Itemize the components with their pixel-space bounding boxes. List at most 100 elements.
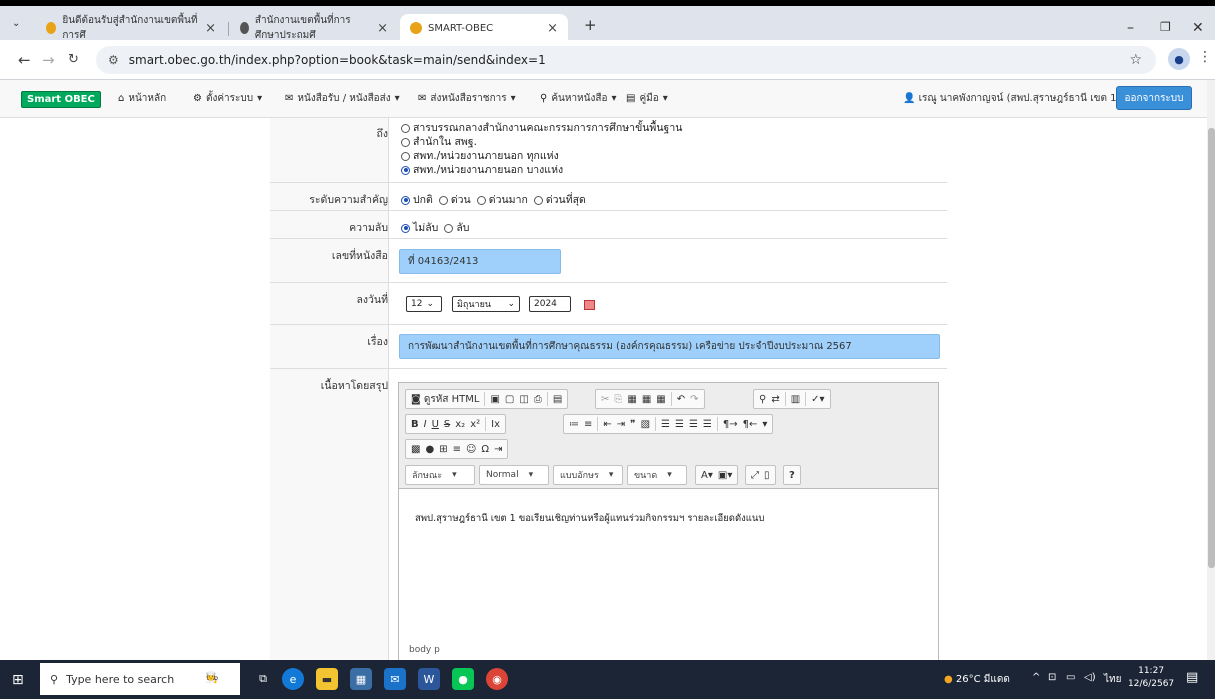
reload-icon[interactable]: ↻ — [68, 52, 79, 67]
back-arrow-icon[interactable]: ← — [18, 51, 31, 69]
input-language[interactable]: ไทย — [1104, 672, 1121, 687]
nav-search-document[interactable]: ⚲ ค้นหาหนังสือ ▾ — [540, 91, 617, 106]
align-right-icon[interactable]: ☰ — [689, 419, 698, 430]
flash-icon[interactable]: ● — [425, 444, 434, 455]
spellcheck-icon[interactable]: ✓▾ — [811, 394, 824, 405]
radio-priority-3[interactable]: ด่วนที่สุด — [533, 190, 586, 210]
blockquote-icon[interactable]: ❞ — [630, 419, 635, 430]
source-button[interactable]: ◙ ดูรหัส HTML — [411, 392, 479, 407]
browser-menu-icon[interactable]: ⋮ — [1198, 49, 1212, 65]
network-icon[interactable]: ⊡ — [1048, 672, 1056, 683]
year-input[interactable]: 2024 — [529, 296, 571, 312]
close-icon[interactable]: × — [205, 21, 216, 36]
templates-icon[interactable]: ▤ — [553, 394, 562, 405]
undo-icon[interactable]: ↶ — [677, 394, 685, 405]
text-color-icon[interactable]: A▾ — [701, 470, 713, 481]
cut-icon[interactable]: ✂ — [601, 394, 609, 405]
system-clock[interactable]: 11:27 12/6/2567 — [1128, 665, 1174, 691]
tab-search-icon[interactable]: ⌄ — [12, 18, 20, 29]
format-combo[interactable]: Normal ▾ — [479, 465, 549, 485]
current-user[interactable]: 👤 เรณู นาคพังกาญจน์ (สพป.สุราษฎร์ธานี เข… — [903, 91, 1120, 106]
table-icon[interactable]: ⊞ — [439, 444, 447, 455]
remove-format-icon[interactable]: Ix — [491, 419, 500, 430]
file-explorer-icon[interactable]: ▬ — [316, 668, 338, 690]
save-icon[interactable]: ▣ — [490, 394, 499, 405]
horizontal-rule-icon[interactable]: ≡ — [453, 444, 461, 455]
radio-recipient-0[interactable]: สารบรรณกลางสำนักงานคณะกรรมการการศึกษาขั้… — [401, 121, 947, 135]
radio-button-selected[interactable] — [401, 165, 410, 175]
logout-button[interactable]: ออกจากระบบ — [1116, 86, 1192, 110]
scrollbar-thumb[interactable] — [1208, 128, 1215, 568]
style-combo[interactable]: ลักษณะ ▾ — [405, 465, 475, 485]
indent-icon[interactable]: ⇥ — [617, 419, 625, 430]
radio-button[interactable] — [401, 123, 410, 133]
ltr-icon[interactable]: ¶→ — [723, 419, 738, 430]
paste-word-icon[interactable]: ▦ — [656, 394, 665, 405]
nav-manual[interactable]: ▤ คู่มือ ▾ — [626, 91, 668, 106]
edge-icon[interactable]: e — [282, 668, 304, 690]
page-break-icon[interactable]: ⇥ — [494, 444, 502, 455]
italic-icon[interactable]: I — [424, 419, 427, 430]
find-icon[interactable]: ⚲ — [759, 394, 766, 405]
close-icon[interactable]: × — [547, 21, 558, 36]
display-icon[interactable]: ▭ — [1066, 672, 1075, 683]
radio-button[interactable] — [401, 151, 410, 161]
line-icon[interactable]: ● — [452, 668, 474, 690]
weather-widget[interactable]: ● 26°C มีแดด — [944, 672, 1010, 687]
radio-button-selected[interactable] — [401, 223, 410, 233]
radio-button[interactable] — [401, 137, 410, 147]
smiley-icon[interactable]: ☺ — [466, 444, 476, 455]
underline-icon[interactable]: U — [432, 419, 439, 430]
radio-button[interactable] — [476, 195, 486, 205]
image-icon[interactable]: ▩ — [411, 444, 420, 455]
task-view-icon[interactable]: ⧉ — [252, 668, 274, 690]
profile-avatar-icon[interactable]: ● — [1168, 48, 1190, 70]
special-char-icon[interactable]: Ω — [481, 444, 489, 455]
radio-recipient-3[interactable]: สพท./หน่วยงานภายนอก บางแห่ง — [401, 163, 947, 177]
forward-arrow-icon[interactable]: → — [42, 51, 55, 69]
tray-overflow-icon[interactable]: ^ — [1032, 672, 1040, 683]
rtl-icon[interactable]: ¶← — [743, 419, 758, 430]
bold-icon[interactable]: B — [411, 419, 419, 430]
new-page-icon[interactable]: ▢ — [505, 394, 514, 405]
maximize-editor-icon[interactable]: ⤢ — [751, 470, 759, 481]
nav-send-document[interactable]: ✉ ส่งหนังสือราชการ ▾ — [418, 91, 516, 106]
align-left-icon[interactable]: ☰ — [661, 419, 670, 430]
brand-logo[interactable]: Smart OBEC — [21, 91, 101, 108]
paste-text-icon[interactable]: ▦ — [642, 394, 651, 405]
subscript-icon[interactable]: x₂ — [455, 419, 465, 430]
editor-body-text[interactable]: สพป.สุราษฎร์ธานี เขต 1 ขอเรียนเชิญท่านหร… — [415, 511, 764, 526]
nav-settings[interactable]: ⚙ ตั้งค่าระบบ ▾ — [193, 91, 262, 106]
browser-tab-2[interactable]: สำนักงานเขตพื้นที่การศึกษาประถมศึ × — [230, 14, 398, 42]
browser-tab-1[interactable]: ยินดีต้อนรับสู่สำนักงานเขตพื้นที่การศึ × — [36, 14, 226, 42]
radio-recipient-1[interactable]: สำนักใน สพฐ. — [401, 135, 947, 149]
div-container-icon[interactable]: ▧ — [641, 419, 650, 430]
url-bar[interactable]: ⚙ smart.obec.go.th/index.php?option=book… — [96, 46, 1156, 74]
radio-button[interactable] — [533, 195, 543, 205]
minimize-icon[interactable]: – — [1127, 20, 1134, 36]
numbered-list-icon[interactable]: ≔ — [569, 419, 579, 430]
print-icon[interactable]: ⎙ — [534, 394, 542, 405]
outdent-icon[interactable]: ⇤ — [603, 419, 611, 430]
close-window-icon[interactable]: ✕ — [1192, 20, 1204, 36]
browser-tab-active[interactable]: SMART-OBEC × — [400, 14, 568, 42]
preview-icon[interactable]: ◫ — [519, 394, 528, 405]
windows-start-icon[interactable]: ⊞ — [12, 672, 24, 688]
strike-icon[interactable]: S — [444, 419, 450, 430]
radio-priority-2[interactable]: ด่วนมาก — [476, 190, 528, 210]
nav-inbox[interactable]: ✉ หนังสือรับ / หนังสือส่ง ▾ — [285, 91, 400, 106]
radio-secret-0[interactable]: ไม่ลับ — [401, 218, 438, 238]
radio-secret-1[interactable]: ลับ — [444, 218, 469, 238]
subject-input[interactable]: การพัฒนาสำนักงานเขตพื้นที่การศึกษาคุณธรร… — [399, 334, 940, 359]
notification-icon[interactable]: ▤ — [1186, 670, 1198, 685]
chef-hat-icon[interactable]: 🧑‍🍳 — [192, 666, 232, 688]
help-button[interactable]: ? — [783, 465, 801, 485]
site-settings-icon[interactable]: ⚙ — [108, 53, 119, 67]
maximize-icon[interactable]: ❐ — [1160, 20, 1171, 34]
replace-icon[interactable]: ⇄ — [771, 394, 779, 405]
align-justify-icon[interactable]: ☰ — [703, 419, 712, 430]
radio-recipient-2[interactable]: สพท./หน่วยงานภายนอก ทุกแห่ง — [401, 149, 947, 163]
close-icon[interactable]: × — [377, 21, 388, 36]
superscript-icon[interactable]: x² — [470, 419, 480, 430]
nav-home[interactable]: ⌂ หน้าหลัก — [118, 91, 166, 106]
